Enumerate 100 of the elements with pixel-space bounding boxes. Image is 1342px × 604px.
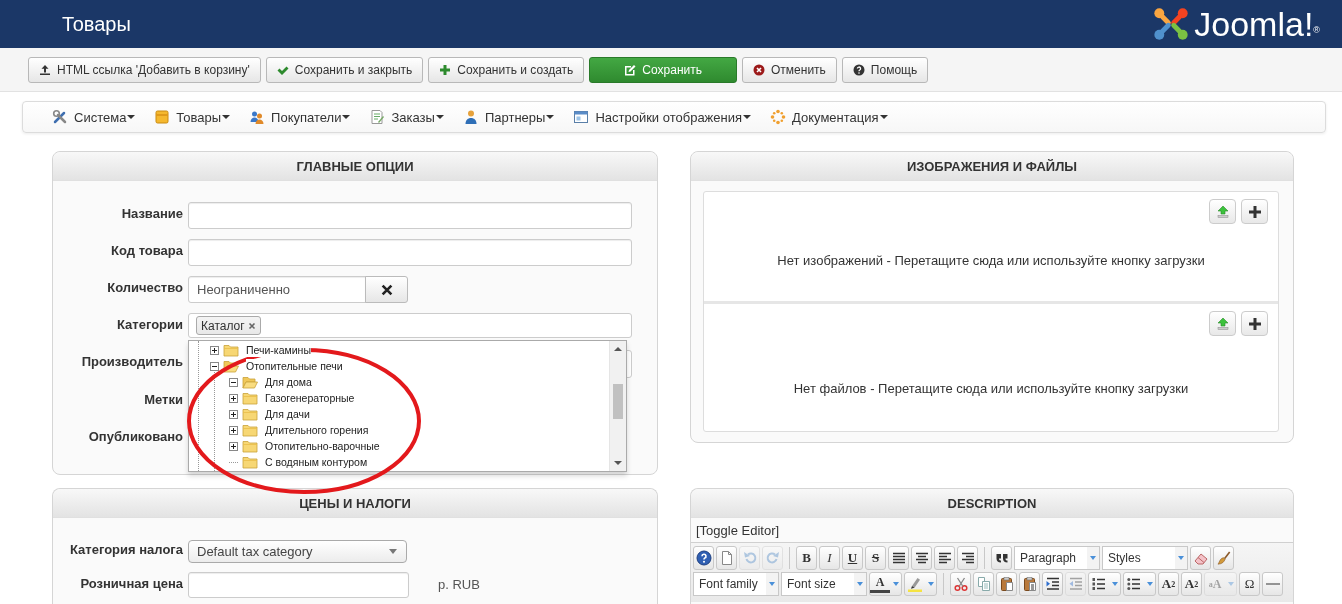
menu-item[interactable]: Партнеры — [462, 109, 555, 125]
menu-item[interactable]: Заказы — [369, 109, 444, 125]
scrollbar[interactable] — [609, 341, 626, 471]
horizontal-line-icon — [1264, 583, 1281, 585]
expand-icon[interactable] — [229, 425, 238, 435]
toolbar-button[interactable]: Сохранить и закрыть — [265, 56, 424, 83]
field-label: Категории — [115, 316, 183, 334]
dropzone[interactable]: Нет изображений - Перетащите сюда или используйте кнопку загрузки — [704, 192, 1278, 304]
help-button[interactable] — [693, 546, 714, 570]
scissors-icon — [952, 576, 969, 592]
expand-icon[interactable] — [229, 409, 238, 419]
align-right-button[interactable] — [957, 546, 978, 570]
numbered-list-split-button[interactable] — [1088, 572, 1121, 596]
strikethrough-button[interactable]: S — [865, 546, 886, 570]
upload-button[interactable] — [1209, 199, 1236, 224]
dropdown-arrow-icon — [891, 580, 900, 588]
caret-icon — [222, 115, 231, 119]
block-format-select[interactable]: Paragraph — [1014, 546, 1100, 570]
indent-button[interactable] — [1042, 572, 1063, 596]
menu-item[interactable]: Документация — [770, 109, 888, 125]
bold-button[interactable]: B — [796, 546, 817, 570]
toolbar-button[interactable]: HTML ссылка 'Добавить в корзину' — [28, 56, 261, 83]
text-field[interactable] — [188, 239, 632, 266]
caret-icon — [342, 115, 351, 119]
brush-button[interactable] — [1213, 546, 1234, 570]
panel-header: ГЛАВНЫЕ ОПЦИИ — [53, 152, 657, 181]
align-center-button[interactable] — [911, 546, 932, 570]
upload-icon — [1214, 203, 1231, 220]
tree-item[interactable]: Для дома — [265, 375, 312, 389]
caret-icon — [743, 115, 752, 119]
toolbar-button[interactable]: Сохранить и создать — [428, 56, 585, 83]
dropdown-arrow-icon — [768, 580, 776, 588]
category-field[interactable]: Каталог — [188, 313, 632, 338]
expand-icon[interactable] — [210, 345, 219, 355]
underline-button[interactable]: U — [842, 546, 863, 570]
upload-button[interactable] — [1209, 311, 1236, 336]
field-label: Код товара — [110, 242, 183, 260]
select-field[interactable]: Default tax category — [188, 540, 407, 563]
upload-icon — [1214, 315, 1231, 332]
page-title: Товары — [62, 12, 131, 36]
dropdown-arrow-icon — [1110, 580, 1119, 588]
text-field[interactable] — [188, 202, 632, 229]
blockquote-button[interactable] — [991, 546, 1012, 570]
toggle-editor-link[interactable]: [Toggle Editor] — [696, 523, 780, 538]
align-right-icon — [959, 550, 976, 566]
caret-icon — [879, 115, 888, 119]
tree-item[interactable]: С водяным контуром — [265, 455, 368, 469]
tree-item[interactable]: Для дачи — [265, 407, 310, 421]
numbered-list-icon — [1091, 576, 1107, 592]
font-size-select[interactable]: Font size — [781, 572, 867, 596]
expand-icon[interactable] — [229, 393, 238, 403]
remove-icon[interactable] — [247, 321, 256, 330]
font-family-select[interactable]: Font family — [693, 572, 779, 596]
styles-select[interactable]: Styles — [1102, 546, 1188, 570]
horizontal-rule-button[interactable] — [1262, 572, 1283, 596]
clear-button[interactable] — [365, 276, 408, 303]
menu-item[interactable]: Система — [52, 109, 136, 125]
justify-button[interactable] — [888, 546, 909, 570]
tree-item[interactable]: Газогенераторные — [265, 391, 355, 405]
field-label: Количество — [106, 279, 183, 297]
cut-button[interactable] — [950, 572, 971, 596]
menu-item[interactable]: Покупатели — [249, 109, 351, 125]
add-button[interactable] — [1241, 199, 1268, 224]
field-label: Розничная цена — [79, 575, 183, 593]
align-left-button[interactable] — [934, 546, 955, 570]
menu-item[interactable]: Настройки отображения — [573, 109, 752, 125]
plus-icon — [1246, 315, 1263, 332]
dropzone-message: Нет файлов - Перетащите сюда или используйте кнопку загрузки — [793, 381, 1189, 396]
folder-icon — [223, 343, 239, 357]
quantity-field[interactable]: Неограниченно — [188, 276, 366, 303]
help-icon — [695, 550, 712, 566]
field-label: Название — [120, 205, 183, 223]
menu-item[interactable]: Товары — [154, 109, 231, 125]
tree-item[interactable]: Длительного горения — [265, 423, 369, 437]
category-tag[interactable]: Каталог — [196, 316, 261, 335]
dropzone[interactable]: Нет файлов - Перетащите сюда или используйте кнопку загрузки — [704, 304, 1278, 431]
tools-icon — [52, 109, 68, 125]
text-color-split-button[interactable]: A — [869, 572, 902, 596]
expand-icon[interactable] — [229, 441, 238, 451]
new-document-button[interactable] — [716, 546, 737, 570]
price-field[interactable] — [188, 572, 409, 598]
tree-item[interactable]: Отопительно-варочные — [265, 439, 380, 453]
tree-item[interactable]: Печи-камины — [246, 343, 311, 357]
document-icon — [369, 109, 386, 125]
paste-text-button[interactable] — [1019, 572, 1040, 596]
toolbar-button[interactable]: Отменить — [742, 56, 837, 83]
italic-button[interactable]: I — [819, 546, 840, 570]
eraser-button[interactable] — [1190, 546, 1211, 570]
special-character-button[interactable]: Ω — [1239, 572, 1260, 596]
collapse-icon[interactable] — [210, 361, 219, 371]
paste-button[interactable] — [996, 572, 1017, 596]
close-icon — [379, 282, 394, 297]
bulleted-list-split-button[interactable] — [1123, 572, 1156, 596]
redo-icon — [764, 550, 781, 566]
folder-icon — [242, 423, 258, 437]
toolbar-button[interactable]: Помощь — [841, 56, 929, 83]
collapse-icon[interactable] — [229, 377, 238, 387]
toolbar-button[interactable]: Сохранить — [589, 56, 737, 83]
tree-item[interactable]: Отопительные печи — [246, 359, 343, 373]
add-button[interactable] — [1241, 311, 1268, 336]
